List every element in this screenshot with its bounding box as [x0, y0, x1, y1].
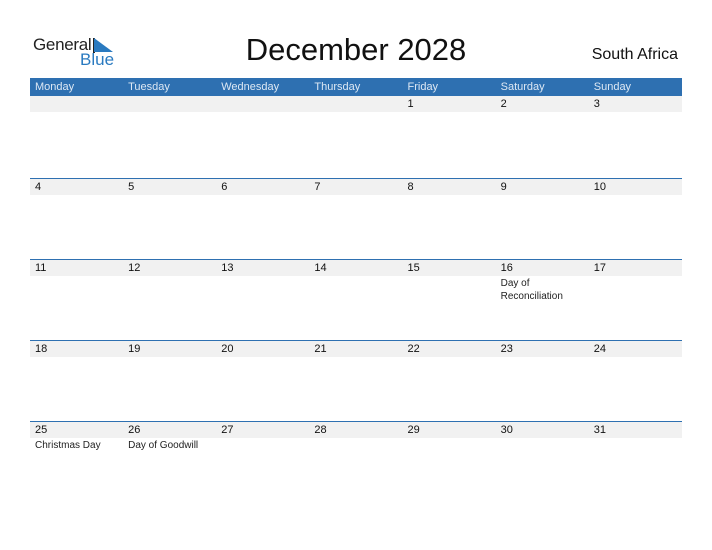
day-number: 13 — [221, 262, 234, 274]
holiday-label — [496, 438, 589, 452]
holiday-label — [216, 357, 309, 358]
day-number: 25 — [35, 424, 48, 436]
day-number: 8 — [407, 181, 414, 193]
holiday-label: Day of Reconciliation — [500, 278, 563, 302]
weekday-friday: Friday — [407, 81, 439, 93]
day-number: 22 — [407, 343, 420, 355]
date-strip: 25 26 27 28 29 30 31 — [30, 422, 682, 438]
day-number — [216, 96, 309, 112]
date-strip: 18 19 20 21 22 23 24 — [30, 341, 682, 357]
holiday-label — [309, 438, 402, 452]
holiday-label — [496, 112, 589, 113]
holiday-label — [496, 195, 589, 196]
holiday-label — [30, 112, 123, 113]
day-number: 20 — [221, 343, 234, 355]
day-number — [123, 96, 216, 112]
weekday-sunday: Sunday — [593, 81, 632, 93]
day-number: 30 — [500, 424, 513, 436]
day-number: 7 — [314, 181, 321, 193]
day-number: 28 — [314, 424, 327, 436]
holiday-label — [216, 276, 309, 303]
day-number: 19 — [128, 343, 141, 355]
weekday-monday: Monday — [35, 81, 75, 93]
holiday-label — [589, 438, 682, 452]
day-number: 31 — [593, 424, 606, 436]
holiday-label — [30, 357, 123, 358]
events-row — [30, 195, 682, 196]
events-row — [30, 112, 682, 113]
holiday-label — [403, 195, 496, 196]
day-number — [30, 96, 123, 112]
week-row: 11 12 13 14 15 16 17 Day of Reconciliation — [30, 259, 682, 340]
week-row: 18 19 20 21 22 23 24 — [30, 340, 682, 421]
weekday-thursday: Thursday — [314, 81, 361, 93]
holiday-label — [30, 276, 123, 303]
day-number: 24 — [593, 343, 606, 355]
day-number: 10 — [593, 181, 606, 193]
holiday-label — [123, 276, 216, 303]
day-number: 17 — [593, 262, 606, 274]
week-row: 25 26 27 28 29 30 31 Christmas Day Day of Goodwi… — [30, 421, 682, 502]
day-number: 18 — [35, 343, 48, 355]
holiday-label — [403, 357, 496, 358]
day-number: 2 — [500, 98, 507, 110]
day-number — [309, 96, 402, 112]
weekday-tuesday: Tuesday — [128, 81, 170, 93]
events-row: Christmas Day Day of Goodwill — [30, 438, 682, 452]
holiday-label — [216, 438, 309, 452]
day-number: 27 — [221, 424, 234, 436]
holiday-label — [30, 195, 123, 196]
holiday-label — [123, 357, 216, 358]
events-row: Day of Reconciliation — [30, 276, 682, 303]
day-number: 26 — [128, 424, 141, 436]
country-label: South Africa — [591, 46, 678, 63]
holiday-label — [589, 112, 682, 113]
holiday-label — [589, 357, 682, 358]
day-number: 6 — [221, 181, 228, 193]
calendar-grid: Monday Tuesday Wednesday Thursday Friday… — [30, 78, 682, 502]
holiday-label — [589, 195, 682, 196]
holiday-label: Day of Goodwill — [128, 440, 199, 451]
day-number: 29 — [407, 424, 420, 436]
date-strip: 1 2 3 — [30, 96, 682, 112]
holiday-label — [309, 195, 402, 196]
holiday-label — [309, 357, 402, 358]
holiday-label — [216, 112, 309, 113]
holiday-label — [403, 276, 496, 303]
holiday-label — [309, 276, 402, 303]
holiday-label — [123, 112, 216, 113]
holiday-label: Christmas Day — [35, 440, 101, 451]
weekday-header: Monday Tuesday Wednesday Thursday Friday… — [30, 78, 682, 96]
day-number: 5 — [128, 181, 135, 193]
day-number: 21 — [314, 343, 327, 355]
weekday-saturday: Saturday — [500, 81, 545, 93]
day-number: 3 — [593, 98, 600, 110]
holiday-label — [123, 195, 216, 196]
holiday-label — [309, 112, 402, 113]
day-number: 1 — [407, 98, 414, 110]
day-number: 9 — [500, 181, 507, 193]
week-row: 1 2 3 — [30, 96, 682, 178]
day-number: 23 — [500, 343, 513, 355]
holiday-label — [496, 357, 589, 358]
weekday-wednesday: Wednesday — [221, 81, 280, 93]
day-number: 15 — [407, 262, 420, 274]
day-number: 12 — [128, 262, 141, 274]
date-strip: 4 5 6 7 8 9 10 — [30, 179, 682, 195]
holiday-label — [589, 276, 682, 303]
week-row: 4 5 6 7 8 9 10 — [30, 178, 682, 259]
day-number: 16 — [500, 262, 513, 274]
day-number: 11 — [35, 262, 47, 274]
events-row — [30, 357, 682, 358]
holiday-label — [403, 112, 496, 113]
holiday-label — [403, 438, 496, 452]
holiday-label — [216, 195, 309, 196]
date-strip: 11 12 13 14 15 16 17 — [30, 260, 682, 276]
day-number: 14 — [314, 262, 327, 274]
day-number: 4 — [35, 181, 42, 193]
